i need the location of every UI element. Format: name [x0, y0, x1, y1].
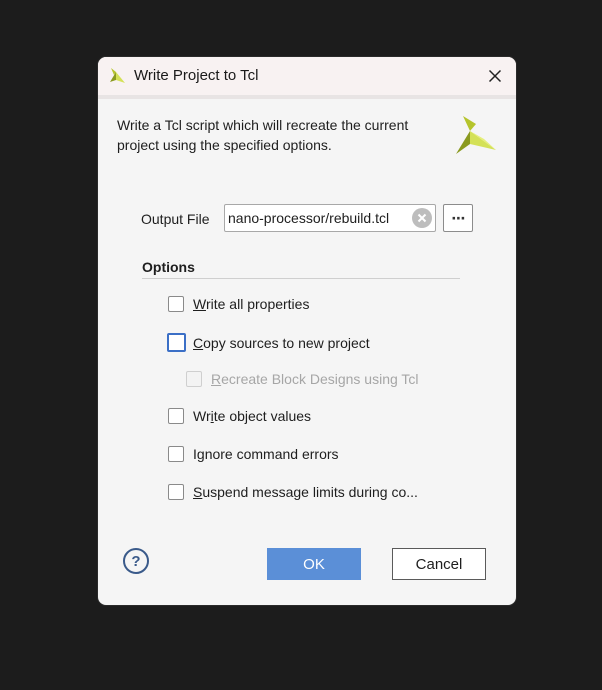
- option-suspend-message-limits[interactable]: Suspend message limits during co...: [168, 484, 418, 500]
- close-button[interactable]: [482, 63, 508, 89]
- option-label: Write all properties: [193, 296, 310, 312]
- vivado-logo-icon: [110, 68, 125, 83]
- checkbox[interactable]: [168, 446, 184, 462]
- help-button[interactable]: ?: [123, 548, 149, 574]
- dialog-title: Write Project to Tcl: [134, 67, 259, 84]
- vivado-large-logo-icon: [456, 116, 496, 154]
- output-file-label: Output File: [141, 211, 210, 227]
- option-label: Suspend message limits during co...: [193, 484, 418, 500]
- option-recreate-block-designs: Recreate Block Designs using Tcl: [186, 371, 419, 387]
- option-copy-sources[interactable]: Copy sources to new project: [167, 333, 370, 352]
- option-label: Recreate Block Designs using Tcl: [211, 371, 419, 387]
- options-divider: [142, 278, 460, 279]
- dialog-description: Write a Tcl script which will recreate t…: [117, 117, 409, 153]
- option-write-object-values[interactable]: Write object values: [168, 408, 311, 424]
- clear-x-icon: [417, 213, 427, 223]
- checkbox[interactable]: [168, 296, 184, 312]
- option-label: Write object values: [193, 408, 312, 424]
- checkbox[interactable]: [168, 484, 184, 500]
- output-file-input[interactable]: [228, 205, 411, 231]
- close-icon: [488, 69, 502, 83]
- option-write-all-properties[interactable]: Write all properties: [168, 296, 309, 312]
- title-bar: Write Project to Tcl: [98, 57, 516, 99]
- clear-icon[interactable]: [412, 208, 432, 228]
- cancel-button[interactable]: Cancel: [392, 548, 486, 580]
- ok-button[interactable]: OK: [267, 548, 361, 580]
- output-file-field[interactable]: [224, 204, 436, 232]
- option-ignore-command-errors[interactable]: Ignore command errors: [168, 446, 339, 462]
- option-label: Copy sources to new project: [193, 334, 370, 351]
- checkbox[interactable]: [168, 408, 184, 424]
- checkbox: [186, 371, 202, 387]
- checkbox[interactable]: [167, 333, 186, 352]
- browse-button[interactable]: ⋯: [443, 204, 473, 232]
- options-heading: Options: [142, 259, 195, 275]
- write-project-dialog: Write Project to Tcl Write a Tcl script …: [98, 57, 516, 605]
- option-label: Ignore command errors: [193, 446, 339, 462]
